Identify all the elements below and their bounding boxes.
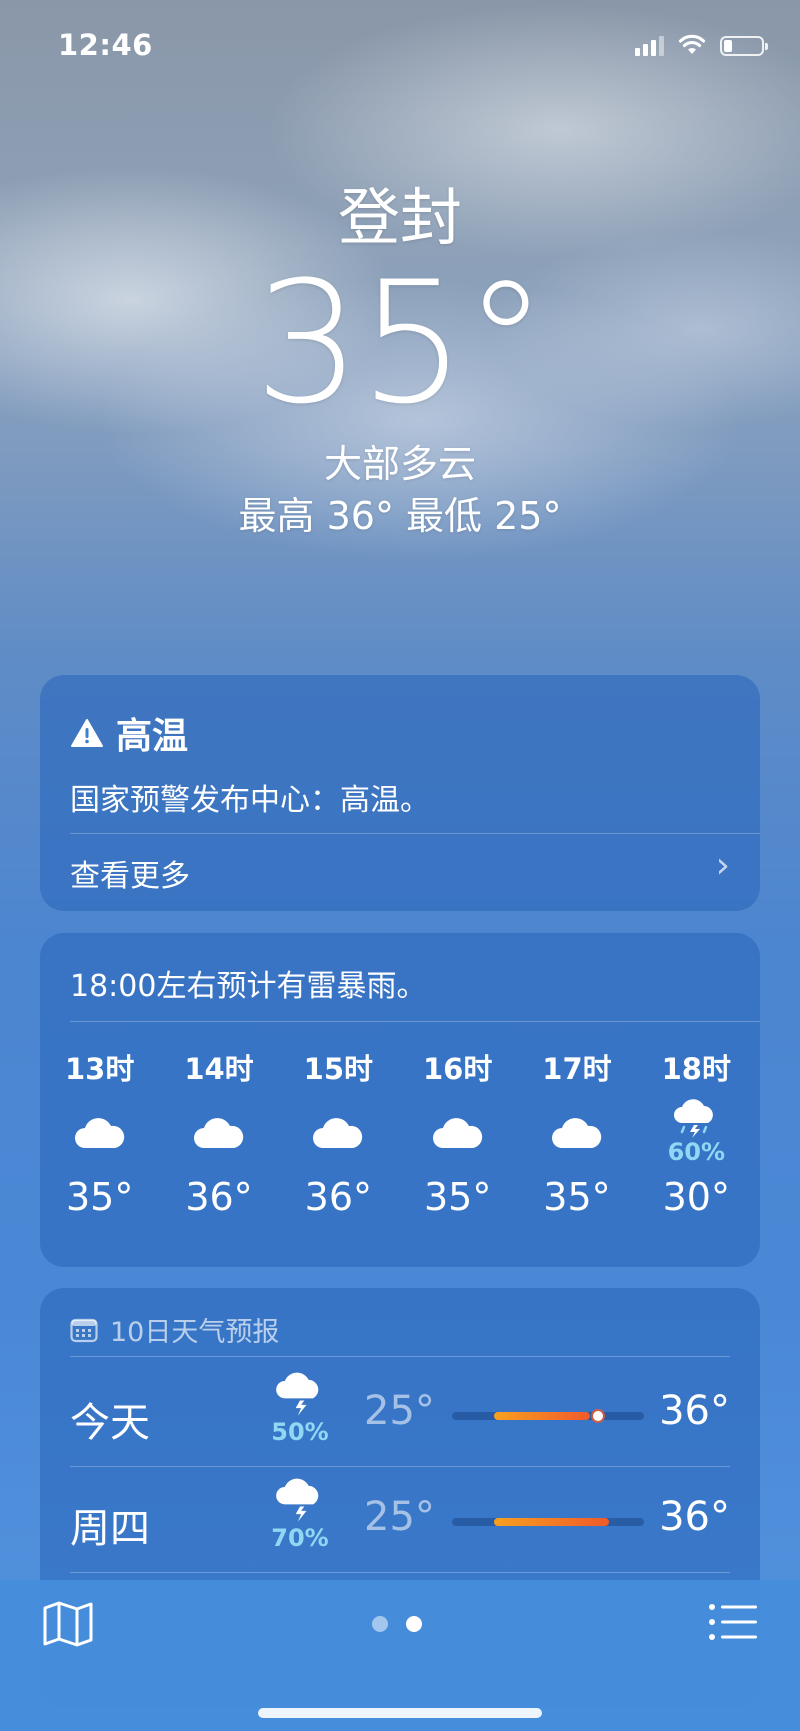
cloud-icon [398,1097,517,1167]
divider [70,1021,760,1022]
hourly-list[interactable]: 13时 35° 14时 36° 15时 36° 16时 35° 17时 35° … [40,1051,760,1219]
precip-chance: 70% [271,1524,329,1552]
current-conditions: 登封 35° 大部多云 最高 36° 最低 25° [0,180,800,542]
status-icons [635,34,768,56]
daily-header-label: 10日天气预报 [110,1317,280,1348]
chevron-right-icon[interactable]: › [716,845,730,886]
cloud-icon [159,1097,278,1167]
hour-label: 15时 [303,1052,373,1086]
temperature-range-bar [452,1518,644,1526]
current-temp-marker [592,1411,603,1421]
thunderstorm-icon: 50% [260,1370,340,1446]
status-bar: 12:46 [0,0,800,96]
hour-item: 17时 35° [517,1051,636,1219]
hour-label: 16时 [422,1052,493,1086]
range-fill [494,1518,610,1526]
divider [70,1356,730,1357]
hour-temp: 35° [423,1175,492,1219]
alert-body: 国家预警发布中心：高温。 [70,783,430,818]
precip-chance: 50% [271,1418,329,1446]
hour-label: 17时 [542,1052,612,1086]
condition-text: 大部多云 [323,442,476,486]
cloud-icon [279,1097,398,1167]
hour-temp: 36° [185,1175,253,1219]
day-row-thursday[interactable]: 周四 70% 25° 36° [70,1466,730,1572]
bottom-toolbar [0,1580,800,1731]
hour-item: 18时 60% 30° [637,1051,756,1219]
hourly-summary: 18:00左右预计有雷暴雨。 [70,969,427,1004]
day-row-today[interactable]: 今天 50% 25° 36° [70,1360,730,1466]
day-name: 今天 [70,1400,150,1446]
hour-item: 15时 36° [279,1051,398,1219]
hour-label: 18时 [661,1052,731,1086]
day-high: 36° [659,1494,730,1540]
day-low: 25° [364,1494,435,1540]
hour-item: 16时 35° [398,1051,517,1219]
hour-temp: 30° [662,1175,730,1219]
warning-icon [71,719,103,747]
battery-icon [720,36,768,56]
page-indicator[interactable] [372,1616,422,1632]
thunderstorm-icon: 70% [260,1476,340,1552]
day-name: 周四 [70,1506,150,1552]
wifi-icon [678,34,706,54]
page-dot-active[interactable] [406,1616,422,1632]
hour-temp: 36° [304,1175,372,1219]
see-more-link[interactable]: 查看更多 [70,851,190,895]
hour-label: 14时 [184,1052,254,1086]
day-high: 36° [659,1388,730,1434]
current-temperature: 35° [254,245,548,441]
divider [70,1572,730,1573]
hour-item: 13时 35° [40,1051,159,1219]
day-low: 25° [364,1388,435,1434]
daily-header: 10日天气预报 [70,1310,279,1349]
page-dot[interactable] [372,1616,388,1632]
alert-title: 高温 [116,716,189,757]
hour-temp: 35° [65,1175,134,1219]
cloud-icon [40,1097,159,1167]
hour-temp: 35° [543,1175,611,1219]
map-icon[interactable] [42,1600,94,1648]
temperature-range-bar [452,1411,644,1421]
hourly-forecast-card[interactable]: 18:00左右预计有雷暴雨。 13时 35° 14时 36° 15时 36° 1… [40,933,760,1267]
cloud-icon [517,1097,636,1167]
precip-chance: 60% [667,1138,726,1166]
high-low-text: 最高 36° 最低 25° [238,494,562,538]
alert-title-row: 高温 [70,707,188,759]
hour-item: 14时 36° [159,1051,278,1219]
hour-label: 13时 [64,1052,135,1086]
list-icon[interactable] [708,1602,758,1642]
alert-card[interactable]: 高温 国家预警发布中心：高温。 查看更多 › [40,675,760,911]
status-time: 12:46 [58,28,153,62]
range-fill [494,1412,591,1420]
home-indicator[interactable] [258,1708,542,1718]
calendar-icon [70,1318,98,1342]
thunderstorm-icon: 60% [637,1097,756,1167]
cellular-signal-icon [635,36,664,56]
divider [70,833,760,834]
